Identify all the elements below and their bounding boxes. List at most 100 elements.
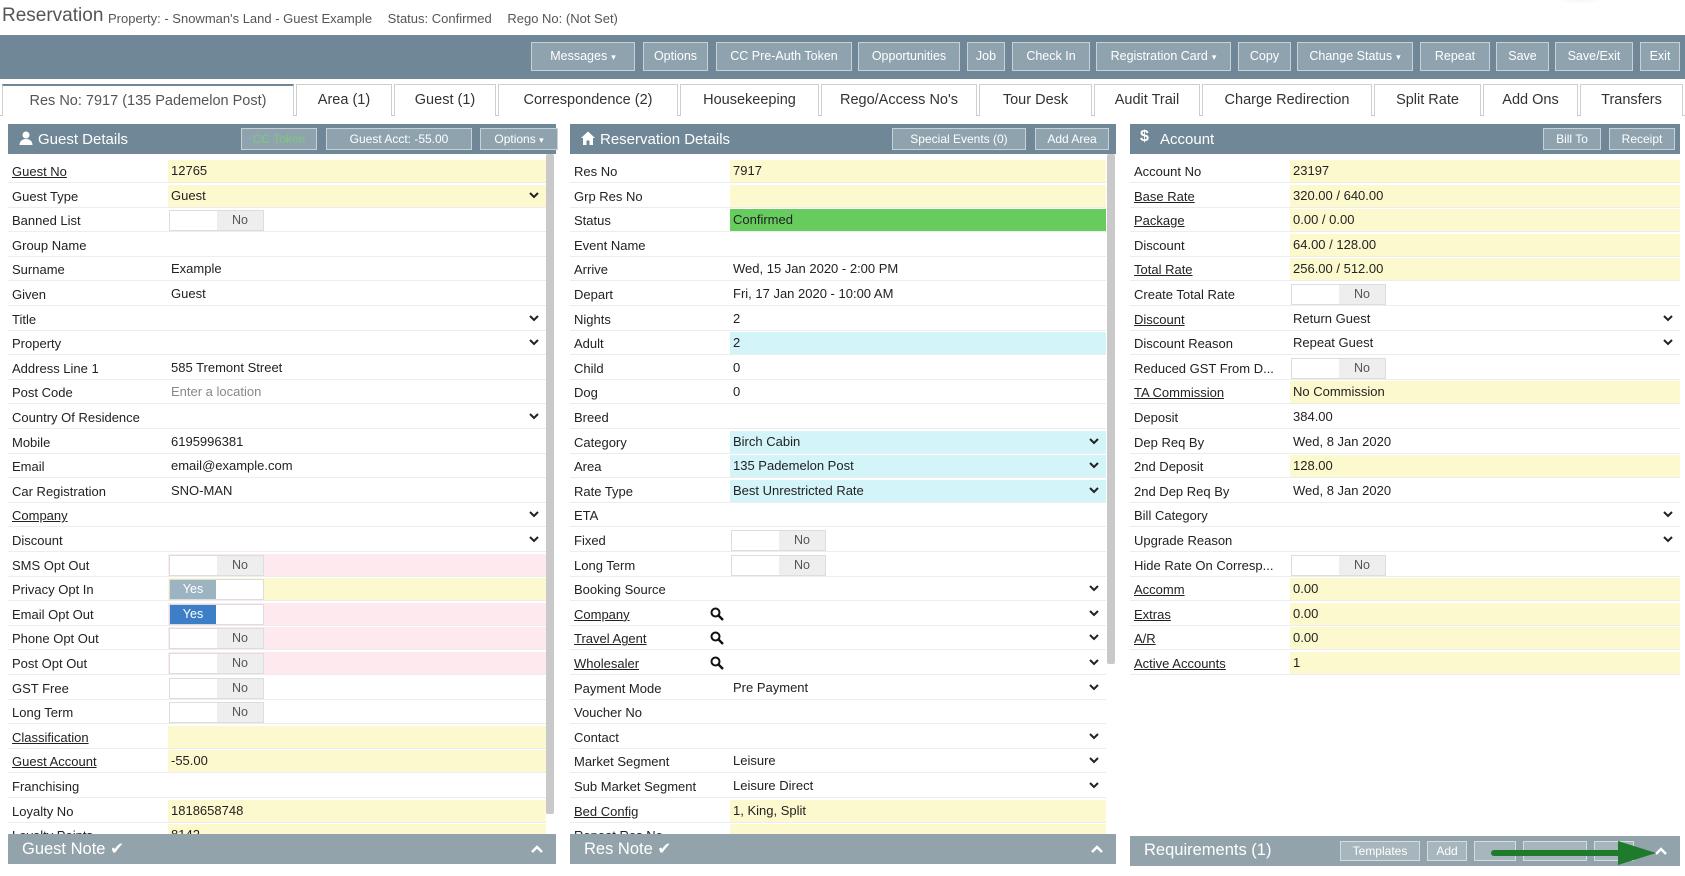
tab-audit-trail[interactable]: Audit Trail [1094,84,1200,116]
cc-token-button[interactable]: CC Token [241,128,317,150]
bill-to-button[interactable]: Bill To [1543,128,1601,150]
select-field[interactable] [1290,504,1680,526]
select-field[interactable] [168,504,546,526]
save-exit-button[interactable]: Save/Exit [1555,42,1633,71]
chevron-down-icon[interactable] [1088,730,1100,742]
tab-guest[interactable]: Guest (1) [394,84,496,116]
chevron-down-icon[interactable] [1662,312,1674,324]
guest-options-button[interactable]: Options ▾ [480,128,558,150]
chevron-down-icon[interactable] [1088,681,1100,693]
add-requirement-button[interactable]: Add [1427,841,1467,861]
save-button[interactable]: Save [1496,42,1549,71]
input-field[interactable]: Wed, 8 Jan 2020 [1290,431,1680,453]
exit-button[interactable]: Exit [1640,42,1680,71]
res-note-bar[interactable]: Res Note ✔ [570,834,1116,864]
messages-button[interactable]: Messages ▾ [531,42,635,71]
tab-tour-desk[interactable]: Tour Desk [979,84,1092,116]
input-field[interactable]: 0.00 [1290,578,1680,601]
chevron-down-icon[interactable] [528,312,540,324]
input-field[interactable]: 1, King, Split [730,799,1106,822]
input-field[interactable] [168,725,546,748]
field-label[interactable]: Classification [12,730,164,745]
tab-res-no[interactable]: Res No: 7917 (135 Pademelon Post) [2,84,294,116]
input-field[interactable]: 320.00 / 640.00 [1290,184,1680,207]
input-field[interactable] [730,701,1106,723]
special-events-button[interactable]: Special Events (0) [892,128,1026,150]
cc-pre-auth-token-button[interactable]: CC Pre-Auth Token [716,42,852,71]
chevron-down-icon[interactable] [528,336,540,348]
toggle-switch[interactable]: No [169,210,264,232]
chevron-down-icon[interactable] [1088,484,1100,496]
field-label[interactable]: Wholesaler [574,656,726,671]
field-label[interactable]: Company [574,607,726,622]
select-field[interactable]: Guest [168,184,546,207]
select-field[interactable] [730,726,1106,748]
chevron-down-icon[interactable] [1088,754,1100,766]
toggle-switch[interactable]: No [1291,357,1386,379]
toggle-switch[interactable]: No [169,628,264,650]
select-field[interactable] [730,578,1106,600]
input-field[interactable]: Wed, 8 Jan 2020 [1290,480,1680,502]
input-field[interactable]: email@example.com [168,455,546,477]
chevron-down-icon[interactable] [1088,607,1100,619]
field-label[interactable]: Discount [1134,312,1286,327]
repeat-button[interactable]: Repeat [1420,42,1490,71]
tab-charge-redirection[interactable]: Charge Redirection [1202,84,1372,116]
input-field[interactable]: 2 [730,332,1106,355]
select-field[interactable] [730,603,1106,625]
change-status-button[interactable]: Change Status ▾ [1297,42,1413,71]
chevron-down-icon[interactable] [528,189,540,201]
guest-scrollbar[interactable] [546,154,554,814]
select-field[interactable]: 135 Pademelon Post [730,455,1106,478]
input-field[interactable]: 256.00 / 512.00 [1290,258,1680,281]
input-field[interactable]: Wed, 15 Jan 2020 - 2:00 PM [730,258,1106,280]
chevron-down-icon[interactable] [1088,459,1100,471]
field-label[interactable]: Guest Account [12,754,164,769]
select-field[interactable]: Return Guest [1290,308,1680,330]
input-field[interactable]: 1 [1290,652,1680,674]
field-label[interactable]: Total Rate [1134,262,1286,277]
input-field[interactable]: SNO-MAN [168,480,546,502]
chevron-down-icon[interactable] [528,508,540,520]
input-field[interactable] [168,234,546,256]
input-field[interactable]: 12765 [168,160,546,182]
registration-card-button[interactable]: Registration Card ▾ [1096,42,1231,71]
field-label[interactable]: TA Commission [1134,385,1286,400]
toggle-switch[interactable]: No [169,677,264,699]
field-label[interactable]: Guest No [12,164,164,179]
chevron-down-icon[interactable] [1662,508,1674,520]
field-label[interactable]: Accomm [1134,582,1286,597]
field-label[interactable]: Travel Agent [574,631,726,646]
input-field[interactable]: -55.00 [168,750,546,773]
chevron-down-icon[interactable] [528,410,540,422]
select-field[interactable]: Leisure [730,750,1106,772]
add-area-button[interactable]: Add Area [1035,128,1109,150]
select-field[interactable] [168,308,546,330]
search-icon[interactable] [710,656,724,670]
tab-split-rate[interactable]: Split Rate [1374,84,1481,116]
chevron-down-icon[interactable] [1662,336,1674,348]
input-field[interactable]: No Commission [1290,381,1680,404]
input-field[interactable] [730,406,1106,428]
toggle-switch[interactable]: No [731,530,826,551]
input-field[interactable] [168,775,546,797]
input-field[interactable]: Fri, 17 Jan 2020 - 10:00 AM [730,283,1106,305]
field-label[interactable]: Base Rate [1134,189,1286,204]
select-field[interactable]: Leisure Direct [730,775,1106,797]
tab-transfers[interactable]: Transfers [1580,84,1683,116]
toggle-switch[interactable]: No [169,554,264,576]
search-icon[interactable] [710,631,724,646]
select-field[interactable] [1290,529,1680,551]
field-label[interactable]: Company [12,508,164,523]
reservation-scrollbar[interactable] [1107,154,1115,664]
chevron-down-icon[interactable] [1088,435,1100,447]
input-field[interactable]: 0.00 [1290,627,1680,650]
input-field[interactable]: 0 [730,381,1106,403]
tab-correspondence[interactable]: Correspondence (2) [498,84,678,116]
input-field[interactable]: 64.00 / 128.00 [1290,233,1680,256]
toggle-switch[interactable]: No [1291,554,1386,576]
guest-note-bar[interactable]: Guest Note ✔ [8,834,556,864]
input-field[interactable] [730,504,1106,526]
input-field[interactable]: Enter a location [168,381,546,403]
select-field[interactable] [168,529,546,551]
